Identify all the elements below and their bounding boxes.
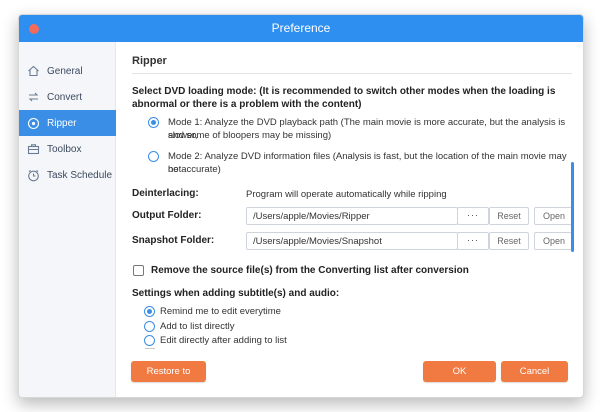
ripper-settings-panel: Ripper Select DVD loading mode: (It is r…: [132, 42, 577, 397]
sidebar-item-label: Ripper: [47, 117, 77, 129]
output-folder-field[interactable]: /Users/apple/Movies/Ripper: [246, 207, 458, 225]
dvd-loading-mode-label: Select DVD loading mode: (It is recommen…: [132, 86, 556, 110]
output-browse-button[interactable]: ···: [457, 207, 489, 225]
convert-icon: [26, 90, 40, 104]
window-title: Preference: [271, 21, 331, 35]
title-bar: Preference: [19, 15, 583, 42]
mode1-text-line2: and some of bloopers may be missing): [168, 130, 332, 141]
home-icon: [26, 64, 40, 78]
sidebar-item-convert[interactable]: Convert: [19, 84, 116, 110]
sidebar-item-general[interactable]: General: [19, 58, 116, 84]
output-open-button[interactable]: Open: [534, 207, 574, 225]
snapshot-folder-label: Snapshot Folder:: [132, 235, 215, 246]
remove-source-checkbox[interactable]: [133, 265, 144, 276]
output-reset-button[interactable]: Reset: [489, 207, 529, 225]
clipped-content-hint: [145, 348, 155, 349]
cancel-button[interactable]: Cancel: [501, 361, 568, 382]
subtitle-option-add-radio[interactable]: [144, 321, 155, 332]
subtitle-settings-label: Settings when adding subtitle(s) and aud…: [132, 288, 340, 299]
scrollbar[interactable]: [571, 162, 574, 252]
sidebar-item-label: Toolbox: [47, 143, 82, 155]
snapshot-folder-field[interactable]: /Users/apple/Movies/Snapshot: [246, 232, 458, 250]
sidebar-item-ripper[interactable]: Ripper: [19, 110, 116, 136]
restore-default-button[interactable]: Restore to Default: [131, 361, 206, 397]
section-title: Ripper: [132, 55, 167, 67]
sidebar-item-label: Task Schedule: [47, 169, 113, 181]
snapshot-reset-button[interactable]: Reset: [489, 232, 529, 250]
subtitle-option-remind-radio[interactable]: [144, 306, 155, 317]
remove-source-label: Remove the source file(s) from the Conve…: [151, 265, 469, 276]
ok-button[interactable]: OK: [423, 361, 496, 382]
subtitle-option-label: Add to list directly: [160, 321, 235, 332]
sidebar-item-toolbox[interactable]: Toolbox: [19, 136, 116, 162]
sidebar-item-label: Convert: [47, 91, 83, 103]
toolbox-icon: [26, 142, 40, 156]
subtitle-option-label: Remind me to edit everytime: [160, 306, 281, 317]
sidebar-item-task-schedule[interactable]: Task Schedule: [19, 162, 116, 188]
section-divider: [132, 73, 572, 74]
output-folder-label: Output Folder:: [132, 210, 202, 221]
subtitle-option-edit-radio[interactable]: [144, 335, 155, 346]
sidebar: General Convert Ripper Toolbox Task Sche…: [19, 42, 116, 397]
clock-icon: [26, 168, 40, 182]
preference-window: Preference General Convert Ripper Toolbo…: [18, 14, 584, 398]
deinterlacing-label: Deinterlacing:: [132, 188, 199, 199]
snapshot-open-button[interactable]: Open: [534, 232, 574, 250]
mode1-radio[interactable]: [148, 117, 159, 128]
sidebar-item-label: General: [47, 65, 83, 77]
ripper-icon: [26, 116, 40, 130]
deinterlacing-text: Program will operate automatically while…: [246, 189, 447, 200]
snapshot-browse-button[interactable]: ···: [457, 232, 489, 250]
subtitle-option-label: Edit directly after adding to list: [160, 335, 287, 346]
mode2-text-line2: be accurate): [168, 164, 221, 175]
mode2-text-line1: Mode 2: Analyze DVD information files (A…: [168, 151, 567, 175]
mode2-radio[interactable]: [148, 151, 159, 162]
